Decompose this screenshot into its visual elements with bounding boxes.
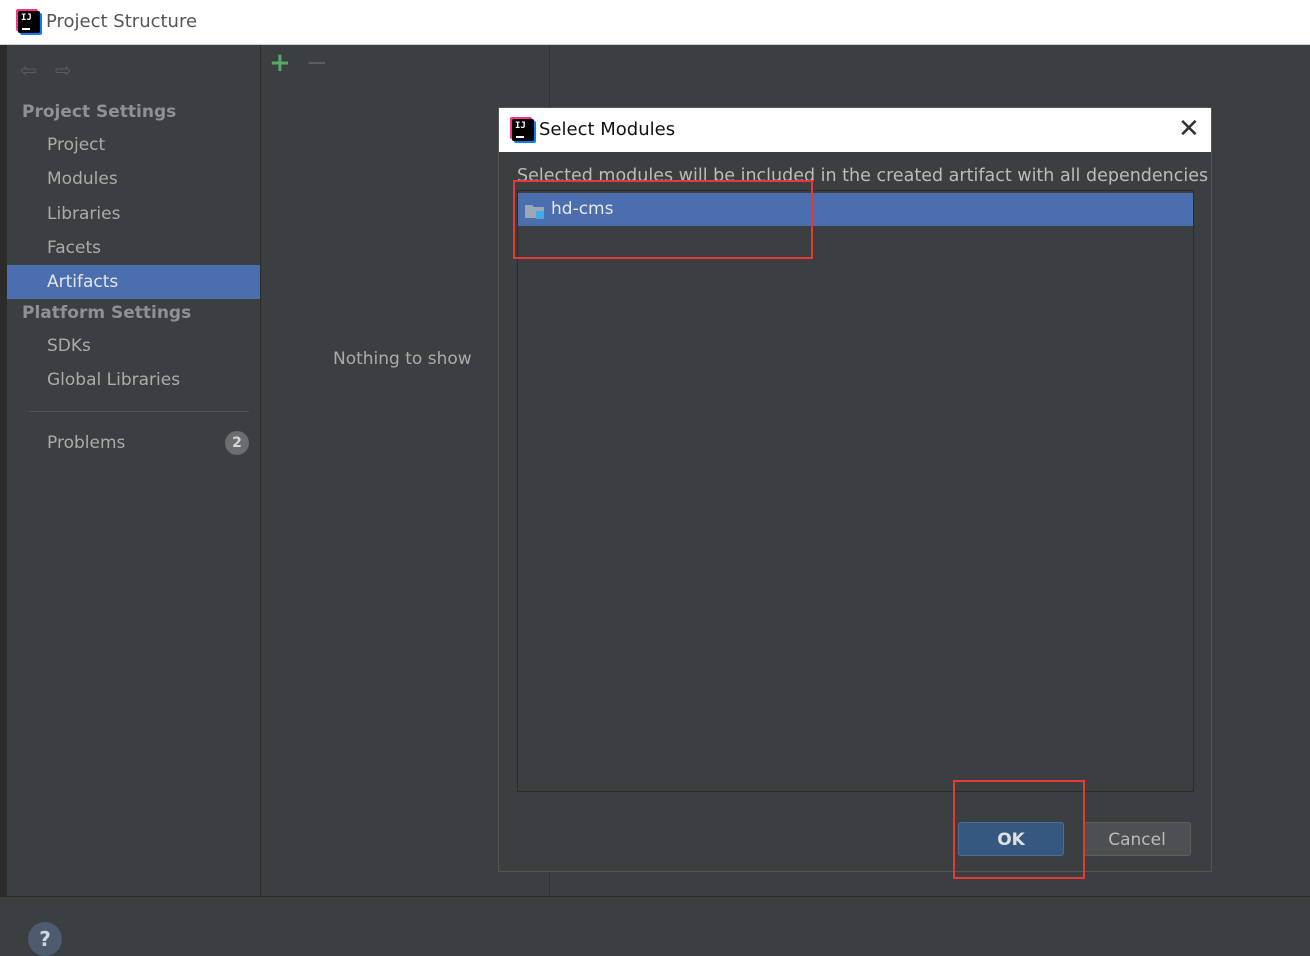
problems-count-badge: 2 <box>225 431 249 455</box>
back-arrow-icon[interactable]: ⇦ <box>20 58 37 82</box>
sidebar-item-facets[interactable]: Facets <box>7 231 260 265</box>
intellij-logo-icon: IJ <box>18 11 40 33</box>
sidebar-item-project[interactable]: Project <box>7 128 260 162</box>
sidebar: ⇦ ⇨ Project Settings Project Modules Lib… <box>7 45 261 896</box>
tool-window-stripe <box>0 45 7 900</box>
sidebar-item-libraries[interactable]: Libraries <box>7 197 260 231</box>
sidebar-item-sdks[interactable]: SDKs <box>7 329 260 363</box>
empty-state-text: Nothing to show <box>333 349 472 369</box>
sidebar-item-modules[interactable]: Modules <box>7 162 260 196</box>
add-artifact-button[interactable]: + <box>269 49 291 77</box>
close-icon[interactable]: ✕ <box>1178 115 1200 143</box>
sidebar-item-artifacts[interactable]: Artifacts <box>7 265 260 299</box>
project-settings-header: Project Settings <box>22 102 177 122</box>
sidebar-item-global-libraries[interactable]: Global Libraries <box>7 363 260 397</box>
ok-highlight-box <box>953 780 1085 879</box>
help-icon[interactable]: ? <box>28 922 62 956</box>
cancel-button[interactable]: Cancel <box>1083 822 1191 856</box>
window-title: Project Structure <box>46 11 198 32</box>
sidebar-item-problems[interactable]: Problems 2 <box>7 426 260 460</box>
bottom-bar: ? <box>0 896 1310 956</box>
forward-arrow-icon[interactable]: ⇨ <box>55 58 72 82</box>
intellij-logo-icon: IJ <box>512 119 534 141</box>
module-list[interactable]: hd-cms <box>517 190 1194 792</box>
module-highlight-box <box>513 180 813 259</box>
sidebar-divider <box>29 411 249 412</box>
remove-artifact-button[interactable]: − <box>306 49 328 77</box>
problems-label: Problems <box>47 433 126 453</box>
dialog-titlebar: IJ Select Modules ✕ <box>499 108 1211 152</box>
dialog-title: Select Modules <box>539 119 676 140</box>
platform-settings-header: Platform Settings <box>22 303 192 323</box>
window-titlebar: IJ Project Structure <box>0 0 1310 45</box>
